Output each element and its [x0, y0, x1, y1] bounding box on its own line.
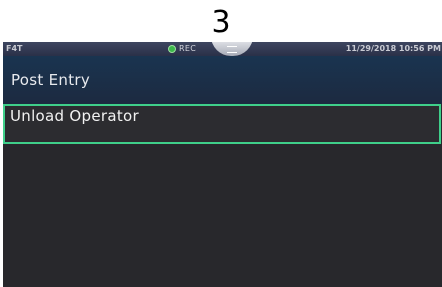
list-item-label: Unload Operator	[10, 107, 139, 125]
rec-label: REC	[179, 44, 197, 53]
option-list: Unload Operator	[3, 104, 442, 287]
date-time-display: 11/29/2018 10:56 PM	[345, 44, 441, 53]
menu-pulldown-icon	[227, 45, 237, 53]
controller-screen: F4T REC 11/29/2018 10:56 PM Post Entry U…	[3, 42, 442, 287]
recording-indicator[interactable]: REC	[168, 42, 196, 56]
figure-number-label: 3	[211, 5, 231, 40]
list-item-unload-operator[interactable]: Unload Operator	[3, 104, 441, 144]
status-bar: F4T REC 11/29/2018 10:56 PM	[3, 42, 442, 56]
controller-model-label: F4T	[6, 44, 23, 53]
menu-pulldown-tab[interactable]	[211, 42, 253, 56]
page-title: Post Entry	[11, 71, 91, 89]
rec-status-icon	[168, 45, 176, 53]
page-header: Post Entry	[3, 56, 442, 104]
